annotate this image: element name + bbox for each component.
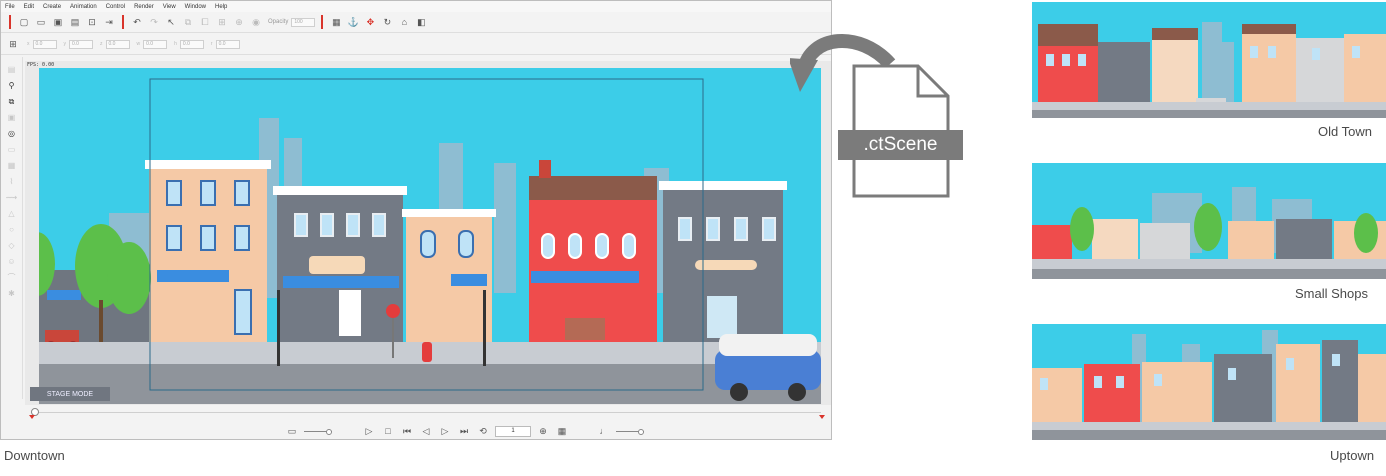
start-marker[interactable] <box>29 415 35 419</box>
camera-tool-icon[interactable]: ▦ <box>5 159 18 172</box>
rotate-icon[interactable]: ↻ <box>380 15 394 29</box>
arrow-head-icon <box>790 58 818 92</box>
audio-icon[interactable]: ♩ <box>597 424 611 438</box>
current-frame-field[interactable]: 1 <box>495 425 531 437</box>
home-icon[interactable]: ⌂ <box>397 15 411 29</box>
menu-window[interactable]: Window <box>185 4 206 10</box>
transform-field-r[interactable]: 0.0 <box>215 39 240 49</box>
anchor-icon[interactable]: ⚓ <box>346 15 360 29</box>
menu-help[interactable]: Help <box>215 4 227 10</box>
speed-icon: ▭ <box>287 425 297 436</box>
visibility-icon[interactable]: ◉ <box>249 15 263 29</box>
opacity-label: Opacity <box>268 19 289 25</box>
play-icon[interactable]: ▷ <box>362 424 376 438</box>
file-extension-label: .ctScene <box>838 130 963 160</box>
morph-tool-icon[interactable]: ◇ <box>5 239 18 252</box>
uptown-caption: Uptown <box>1330 448 1375 463</box>
uptown-thumbnail[interactable] <box>1032 324 1386 440</box>
time-track[interactable] <box>31 412 821 413</box>
toolbar-separator <box>122 15 124 29</box>
old-town-thumbnail[interactable] <box>1032 2 1386 118</box>
sprite-tool-icon[interactable]: △ <box>5 207 18 220</box>
field-label-r: r <box>210 41 213 47</box>
undo-icon[interactable]: ↶ <box>130 15 144 29</box>
downtown-caption: Downtown <box>4 448 65 463</box>
layer-tool-icon[interactable]: ▭ <box>5 143 18 156</box>
transform-field-z[interactable]: 0.0 <box>105 39 130 49</box>
menu-control[interactable]: Control <box>106 4 125 10</box>
loop-icon[interactable]: ⟲ <box>476 424 490 438</box>
menu-render[interactable]: Render <box>134 4 154 10</box>
toolbar-separator <box>321 15 324 29</box>
field-label-x: x <box>27 41 30 47</box>
toolbar-separator <box>9 15 11 29</box>
menu-view[interactable]: View <box>163 4 176 10</box>
downtown-scene <box>39 68 821 404</box>
motion-tool-icon[interactable]: ⟿ <box>5 191 18 204</box>
import-arrow-and-file <box>790 34 950 198</box>
target-tool-icon[interactable]: ◎ <box>5 127 18 140</box>
first-frame-icon[interactable]: ⏮ <box>400 424 414 438</box>
cartoon-animator-window: File Edit Create Animation Control Rende… <box>0 0 832 440</box>
menu-create[interactable]: Create <box>43 4 61 10</box>
stage-viewport[interactable]: FPS: 0.00 STAGE MODE <box>25 61 831 405</box>
end-marker[interactable] <box>819 415 825 419</box>
small-shops-thumbnail[interactable] <box>1032 163 1386 279</box>
menu-bar: File Edit Create Animation Control Rende… <box>1 1 831 12</box>
small-shops-caption: Small Shops <box>1295 286 1368 301</box>
menu-edit[interactable]: Edit <box>24 4 34 10</box>
effect-tool-icon[interactable]: ✱ <box>5 287 18 300</box>
select-tool-icon[interactable]: ▤ <box>5 63 18 76</box>
timeline-bar: ▭ ▷ □ ⏮ ◁ ▷ ⏭ ⟲ 1 ⊕ ▦ ♩ <box>25 406 831 439</box>
menu-file[interactable]: File <box>5 4 15 10</box>
panel-icon[interactable]: ◧ <box>414 15 428 29</box>
stage-mode-button[interactable]: STAGE MODE <box>30 387 110 401</box>
render-icon[interactable]: ▦ <box>555 424 569 438</box>
prop-tool-icon[interactable]: ▣ <box>5 111 18 124</box>
open-folder-icon[interactable]: ▭ <box>34 15 48 29</box>
old-town-caption: Old Town <box>1318 124 1372 139</box>
transform-toolbar: ⊞ x 0.0 y 0.0 z 0.0 w 0.0 h 0.0 r 0.0 <box>1 34 831 55</box>
transform-icon[interactable]: ⊕ <box>232 15 246 29</box>
move-icon[interactable]: ✥ <box>363 15 377 29</box>
next-frame-icon[interactable]: ▷ <box>438 424 452 438</box>
face-tool-icon[interactable]: ☺ <box>5 255 18 268</box>
bone-tool-icon[interactable]: ⌇ <box>5 175 18 188</box>
group-tool-icon[interactable]: ⧉ <box>5 95 18 108</box>
transform-field-y[interactable]: 0.0 <box>69 39 93 49</box>
align-icon[interactable]: ⊞ <box>215 15 229 29</box>
transform-field-h[interactable]: 0.0 <box>179 39 204 49</box>
frame-settings-icon[interactable]: ⊕ <box>536 424 550 438</box>
opacity-field[interactable]: 100 <box>291 17 316 27</box>
transform-field-x[interactable]: 0.0 <box>32 39 57 49</box>
last-frame-icon[interactable]: ⏭ <box>457 424 471 438</box>
redo-icon[interactable]: ↷ <box>147 15 161 29</box>
import-icon[interactable]: ⊡ <box>85 15 99 29</box>
field-label-w: w <box>136 41 141 47</box>
field-label-y: y <box>63 41 67 47</box>
previous-frame-icon[interactable]: ◁ <box>419 424 433 438</box>
playback-controls: ▭ ▷ □ ⏮ ◁ ▷ ⏭ ⟲ 1 ⊕ ▦ ♩ <box>285 424 644 438</box>
new-file-icon[interactable]: ▢ <box>17 15 31 29</box>
menu-animation[interactable]: Animation <box>70 4 97 10</box>
select-arrow-icon[interactable]: ↖ <box>164 15 178 29</box>
camera-icon[interactable]: ▦ <box>329 15 343 29</box>
left-tool-sidebar: ▤ ⚲ ⧉ ▣ ◎ ▭ ▦ ⌇ ⟿ △ ○ ◇ ☺ ⌒ ✱ <box>1 57 23 399</box>
export-icon[interactable]: ⇥ <box>102 15 116 29</box>
content-manager-icon[interactable]: ▤ <box>68 15 82 29</box>
copy-icon[interactable]: ⧉ <box>181 15 195 29</box>
paste-icon[interactable]: ⧠ <box>198 15 212 29</box>
main-toolbar: ▢ ▭ ▣ ▤ ⊡ ⇥ ↶ ↷ ↖ ⧉ ⧠ ⊞ ⊕ ◉ Opacity 100 … <box>1 12 831 33</box>
light-tool-icon[interactable]: ○ <box>5 223 18 236</box>
path-tool-icon[interactable]: ⌒ <box>5 271 18 284</box>
save-icon[interactable]: ▣ <box>51 15 65 29</box>
actor-tool-icon[interactable]: ⚲ <box>5 79 18 92</box>
volume-slider[interactable] <box>616 428 644 435</box>
transform-field-w[interactable]: 0.0 <box>143 39 168 49</box>
stop-icon[interactable]: □ <box>381 424 395 438</box>
field-label-z: z <box>100 41 103 47</box>
transform-panel-icon[interactable]: ⊞ <box>6 37 20 51</box>
field-label-h: h <box>174 41 177 47</box>
speed-slider[interactable] <box>304 428 332 435</box>
